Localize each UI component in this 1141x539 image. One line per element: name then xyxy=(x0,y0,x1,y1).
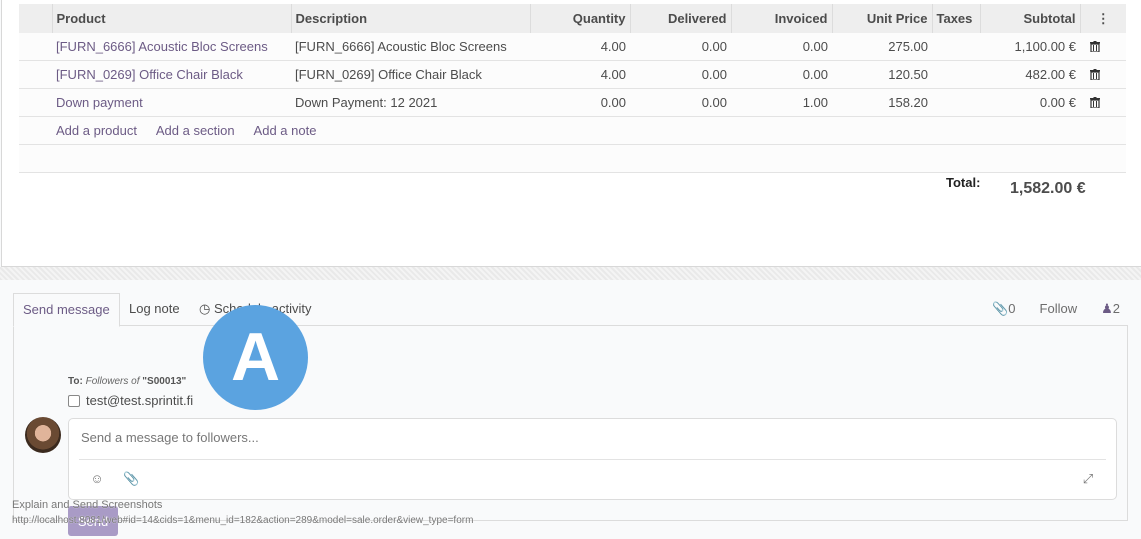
cell-subtotal: 1,100.00 € xyxy=(980,33,1080,61)
status-title: Explain and Send Screenshots xyxy=(12,499,163,511)
add-section-link[interactable]: Add a section xyxy=(156,123,235,138)
recipient-email: test@test.sprintit.fi xyxy=(86,393,194,408)
cell-unit-price[interactable]: 120.50 xyxy=(832,60,932,89)
delete-line-button[interactable] xyxy=(1080,88,1126,117)
emoji-button[interactable]: ☺ xyxy=(89,471,105,487)
chatter-tabs: Send message Log note ◷ Schedule activit… xyxy=(13,293,1128,327)
cell-taxes[interactable] xyxy=(932,88,980,117)
trash-icon xyxy=(1090,69,1100,80)
add-note-link[interactable]: Add a note xyxy=(254,123,317,138)
attach-file-button[interactable]: 📎 xyxy=(123,471,139,487)
table-header: Product Description Quantity Delivered I… xyxy=(19,4,1126,33)
add-product-link[interactable]: Add a product xyxy=(56,123,137,138)
cell-taxes[interactable] xyxy=(932,33,980,61)
trash-icon xyxy=(1090,97,1100,108)
status-url: http://localhost:8081/web#id=14&cids=1&m… xyxy=(12,515,474,526)
chatter: Send message Log note ◷ Schedule activit… xyxy=(13,293,1128,536)
followers-count: 2 xyxy=(1112,301,1120,316)
message-divider xyxy=(79,459,1106,460)
attachments-count: 0 xyxy=(1008,301,1016,316)
trash-icon xyxy=(1090,41,1100,52)
row-handle xyxy=(19,88,52,117)
paperclip-icon: 📎 xyxy=(123,471,140,486)
table-footer xyxy=(19,144,1126,173)
column-invoiced[interactable]: Invoiced xyxy=(730,4,832,33)
row-handle xyxy=(19,60,52,89)
column-product[interactable]: Product xyxy=(51,4,291,33)
add-row-spacer xyxy=(19,116,52,145)
to-record: "S00013" xyxy=(142,376,187,387)
clock-icon: ◷ xyxy=(199,301,211,316)
to-prefix: To: xyxy=(68,376,83,387)
cell-unit-price[interactable]: 275.00 xyxy=(832,33,932,61)
column-delivered[interactable]: Delivered xyxy=(629,4,731,33)
follow-button[interactable]: Follow xyxy=(1040,293,1078,325)
sale-order-sheet: Product Description Quantity Delivered I… xyxy=(1,0,1141,267)
table-row[interactable]: [FURN_0269] Office Chair Black [FURN_026… xyxy=(19,60,1126,89)
recipient-option[interactable]: test@test.sprintit.fi xyxy=(68,393,193,408)
followers-button[interactable]: ♟2 xyxy=(1101,293,1120,325)
cell-subtotal: 0.00 € xyxy=(980,88,1080,117)
smiley-icon: ☺ xyxy=(90,471,104,486)
message-input[interactable] xyxy=(79,429,1103,446)
column-unit-price[interactable]: Unit Price xyxy=(831,4,932,33)
cell-invoiced[interactable]: 0.00 xyxy=(731,60,832,89)
paperclip-icon: 📎 xyxy=(992,301,1009,316)
total-amount: 1,582.00 € xyxy=(1010,180,1086,197)
delete-line-button[interactable] xyxy=(1080,60,1126,89)
cell-product[interactable]: Down payment xyxy=(52,88,291,117)
cell-subtotal: 482.00 € xyxy=(980,60,1080,89)
attachments-button[interactable]: 📎0 xyxy=(992,293,1015,325)
kebab-menu-icon: ⋮ xyxy=(1096,10,1110,26)
add-line-row: Add a product Add a section Add a note xyxy=(19,116,1126,145)
recipient-checkbox[interactable] xyxy=(68,394,80,407)
full-composer-button[interactable]: ⤢ xyxy=(1080,471,1096,487)
total-label: Total: xyxy=(946,175,981,190)
handle-header xyxy=(19,4,52,33)
cell-quantity[interactable]: 4.00 xyxy=(530,60,630,89)
column-description[interactable]: Description xyxy=(290,4,530,33)
column-taxes[interactable]: Taxes xyxy=(931,4,980,33)
cell-description[interactable]: Down Payment: 12 2021 xyxy=(291,88,530,117)
composer: To: Followers of "S00013" test@test.spri… xyxy=(13,326,1128,536)
tab-log-note[interactable]: Log note xyxy=(120,293,189,325)
cell-delivered[interactable]: 0.00 xyxy=(630,88,731,117)
recipients-summary: To: Followers of "S00013" xyxy=(68,376,186,387)
cell-delivered[interactable]: 0.00 xyxy=(630,33,731,61)
cell-unit-price[interactable]: 158.20 xyxy=(832,88,932,117)
chatter-topbar-right: 📎0 Follow ♟2 xyxy=(992,293,1120,325)
message-box: ☺ 📎 ⤢ xyxy=(68,418,1117,500)
cell-description[interactable]: [FURN_6666] Acoustic Bloc Screens xyxy=(291,33,530,61)
table-row[interactable]: Down payment Down Payment: 12 2021 0.00 … xyxy=(19,88,1126,117)
cell-invoiced[interactable]: 0.00 xyxy=(731,33,832,61)
cell-product[interactable]: [FURN_6666] Acoustic Bloc Screens xyxy=(52,33,291,61)
cell-taxes[interactable] xyxy=(932,60,980,89)
table-row[interactable]: [FURN_6666] Acoustic Bloc Screens [FURN_… xyxy=(19,33,1126,61)
cell-product[interactable]: [FURN_0269] Office Chair Black xyxy=(52,60,291,89)
expand-icon: ⤢ xyxy=(1082,471,1094,486)
row-handle xyxy=(19,33,52,61)
column-quantity[interactable]: Quantity xyxy=(529,4,630,33)
cell-delivered[interactable]: 0.00 xyxy=(630,60,731,89)
cell-quantity[interactable]: 4.00 xyxy=(530,33,630,61)
annotation-marker: A xyxy=(203,305,308,410)
optional-columns-toggle[interactable]: ⋮ xyxy=(1079,4,1126,33)
user-avatar xyxy=(25,417,61,453)
column-subtotal[interactable]: Subtotal xyxy=(979,4,1080,33)
add-links: Add a product Add a section Add a note xyxy=(52,116,1126,145)
sheet-bottom-divider xyxy=(0,267,1141,280)
user-icon: ♟ xyxy=(1101,301,1113,316)
table-footer-bar xyxy=(19,144,1126,173)
cell-description[interactable]: [FURN_0269] Office Chair Black xyxy=(291,60,530,89)
cell-invoiced[interactable]: 1.00 xyxy=(731,88,832,117)
tab-send-message[interactable]: Send message xyxy=(13,293,120,327)
to-followers: Followers of xyxy=(85,376,140,387)
cell-quantity[interactable]: 0.00 xyxy=(530,88,630,117)
order-lines-table: Product Description Quantity Delivered I… xyxy=(19,4,1126,173)
delete-line-button[interactable] xyxy=(1080,33,1126,61)
